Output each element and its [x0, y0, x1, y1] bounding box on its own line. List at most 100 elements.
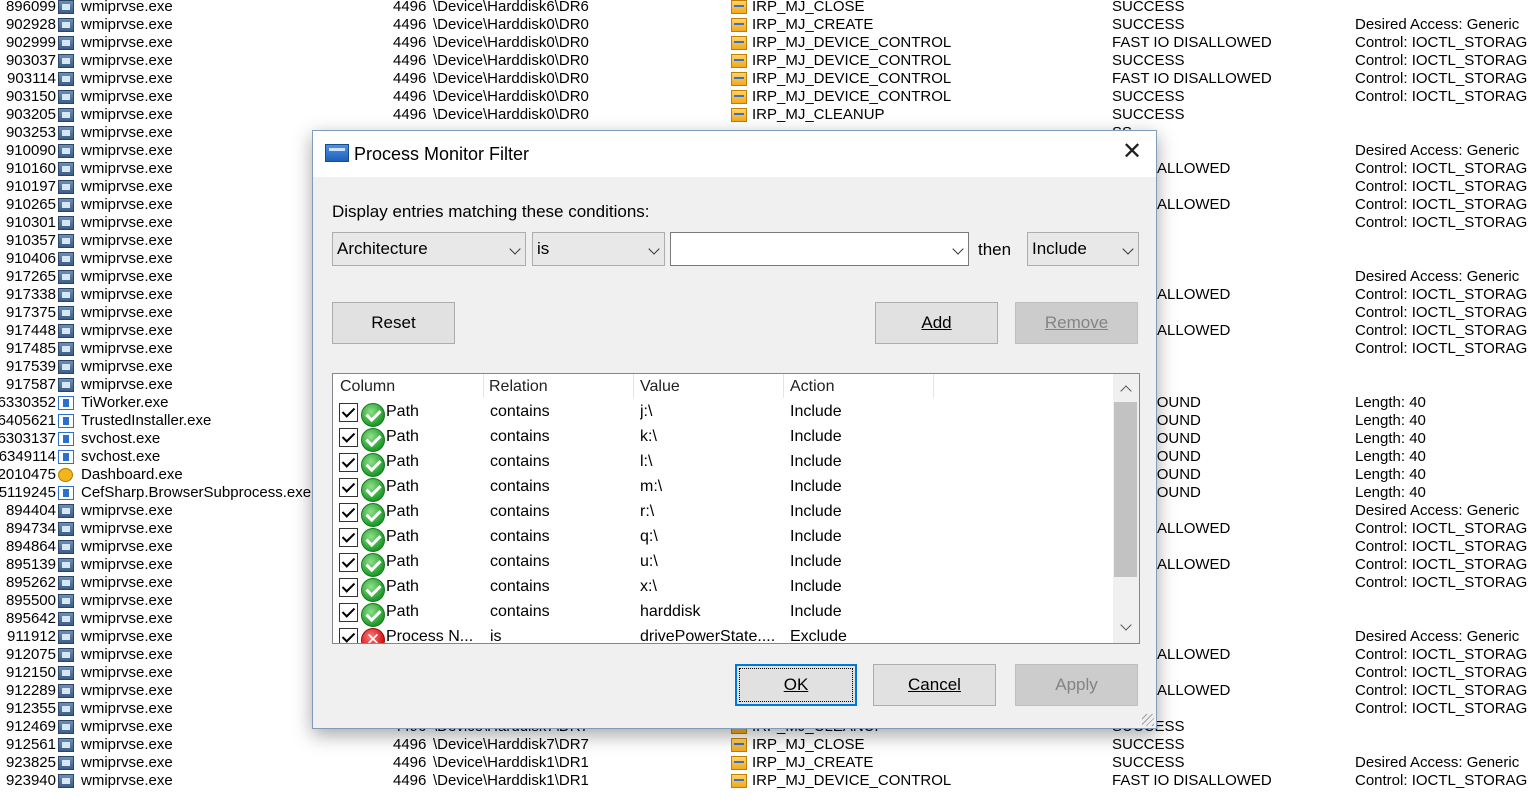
- include-check-icon: [361, 478, 385, 502]
- detail-cell: Desired Access: Generic: [1355, 628, 1520, 645]
- operation-cell: IRP_MJ_DEVICE_CONTROL: [752, 52, 952, 69]
- detail-cell: Control: IOCTL_STORAG: [1355, 88, 1528, 105]
- operation-cell: IRP_MJ_CREATE: [752, 16, 874, 33]
- detail-cell: Control: IOCTL_STORAG: [1355, 214, 1528, 231]
- filter-rule-row[interactable]: Path contains harddisk Include: [333, 600, 1113, 627]
- sequence-cell: 903253: [5, 124, 56, 141]
- filter-rule-row[interactable]: Path contains j:\ Include: [333, 400, 1113, 427]
- reset-button[interactable]: Reset: [332, 302, 455, 344]
- close-icon[interactable]: ✕: [1110, 133, 1154, 173]
- log-row[interactable]: 923825 wmiprvse.exe 4496 \Device\Harddisk1\…: [0, 754, 1528, 772]
- log-row[interactable]: 903205 wmiprvse.exe 4496 \Device\Harddisk0\…: [0, 106, 1528, 124]
- filter-rule-row[interactable]: Path contains l:\ Include: [333, 450, 1113, 477]
- header-column[interactable]: Column: [340, 378, 395, 396]
- rule-enabled-checkbox[interactable]: [339, 428, 358, 447]
- rule-action: Include: [790, 453, 842, 470]
- result-cell: FAST IO DISALLOWED: [1112, 772, 1272, 789]
- header-divider[interactable]: [483, 374, 484, 398]
- relation-select[interactable]: is: [532, 232, 665, 266]
- wmi-process-icon: [58, 216, 74, 230]
- log-row[interactable]: 923940 wmiprvse.exe 4496 \Device\Harddisk1\…: [0, 772, 1528, 790]
- filter-rule-row[interactable]: Path contains u:\ Include: [333, 550, 1113, 577]
- filter-rules-list[interactable]: Column Relation Value Action Path contain…: [332, 373, 1140, 644]
- sequence-cell: 910265: [5, 196, 56, 213]
- resize-grip-icon[interactable]: [1142, 714, 1154, 726]
- rule-column: Path: [386, 503, 419, 520]
- result-cell: SUCCESS: [1112, 754, 1185, 771]
- sequence-cell: 895642: [5, 610, 56, 627]
- rule-enabled-checkbox[interactable]: [339, 553, 358, 572]
- sequence-cell: 895139: [5, 556, 56, 573]
- ok-button[interactable]: OK: [735, 664, 857, 706]
- scroll-down-icon[interactable]: [1120, 619, 1132, 631]
- path-cell: \Device\Harddisk0\DR0: [433, 34, 589, 51]
- action-select[interactable]: Include: [1027, 232, 1139, 266]
- filter-rule-row[interactable]: Path contains k:\ Include: [333, 425, 1113, 452]
- rule-column: Path: [386, 528, 419, 545]
- rule-enabled-checkbox[interactable]: [339, 478, 358, 497]
- wmi-process-icon: [58, 774, 74, 788]
- remove-button[interactable]: Remove: [1015, 302, 1138, 344]
- wmi-process-icon: [58, 558, 74, 572]
- sequence-cell: 923825: [5, 754, 56, 771]
- rule-enabled-checkbox[interactable]: [339, 628, 358, 643]
- rule-action: Include: [790, 553, 842, 570]
- filter-rule-row[interactable]: Path contains m:\ Include: [333, 475, 1113, 502]
- header-action[interactable]: Action: [790, 378, 834, 396]
- process-name-cell: wmiprvse.exe: [81, 610, 173, 627]
- detail-cell: Control: IOCTL_STORAG: [1355, 322, 1528, 339]
- scroll-up-icon[interactable]: [1120, 385, 1132, 397]
- rule-relation: contains: [490, 553, 550, 570]
- process-name-cell: wmiprvse.exe: [81, 556, 173, 573]
- process-name-cell: wmiprvse.exe: [81, 754, 173, 771]
- vertical-scrollbar[interactable]: [1113, 374, 1139, 643]
- header-value[interactable]: Value: [640, 378, 680, 396]
- header-divider[interactable]: [633, 374, 634, 398]
- header-relation[interactable]: Relation: [489, 378, 548, 396]
- path-cell: \Device\Harddisk0\DR0: [433, 88, 589, 105]
- cancel-button[interactable]: Cancel: [873, 664, 996, 706]
- chevron-down-icon[interactable]: [952, 243, 964, 255]
- rule-enabled-checkbox[interactable]: [339, 403, 358, 422]
- filter-rule-row[interactable]: Path contains q:\ Include: [333, 525, 1113, 552]
- wmi-process-icon: [58, 270, 74, 284]
- process-name-cell: wmiprvse.exe: [81, 88, 173, 105]
- process-name-cell: wmiprvse.exe: [81, 646, 173, 663]
- add-button[interactable]: Add: [875, 302, 998, 344]
- rule-enabled-checkbox[interactable]: [339, 603, 358, 622]
- log-row[interactable]: 903037 wmiprvse.exe 4496 \Device\Harddisk0\…: [0, 52, 1528, 70]
- sequence-cell: 917338: [5, 286, 56, 303]
- rule-enabled-checkbox[interactable]: [339, 453, 358, 472]
- rule-enabled-checkbox[interactable]: [339, 528, 358, 547]
- log-row[interactable]: 902928 wmiprvse.exe 4496 \Device\Harddisk0\…: [0, 16, 1528, 34]
- column-select-value: Architecture: [337, 239, 428, 258]
- log-row[interactable]: 903150 wmiprvse.exe 4496 \Device\Harddisk0\…: [0, 88, 1528, 106]
- value-combo[interactable]: [670, 232, 969, 266]
- title-bar[interactable]: Process Monitor Filter ✕: [313, 131, 1156, 177]
- filesystem-operation-icon: [731, 0, 747, 14]
- scroll-thumb[interactable]: [1114, 402, 1137, 577]
- filter-rule-row[interactable]: Path contains r:\ Include: [333, 500, 1113, 527]
- log-row[interactable]: 912561 wmiprvse.exe 4496 \Device\Harddisk7\…: [0, 736, 1528, 754]
- filter-rule-row[interactable]: ✕ Process N... is drivePowerState.... Exclud…: [333, 625, 1113, 643]
- header-divider[interactable]: [933, 374, 934, 398]
- log-row[interactable]: 896099 wmiprvse.exe 4496 \Device\Harddisk6\…: [0, 0, 1528, 16]
- process-name-cell: wmiprvse.exe: [81, 232, 173, 249]
- header-divider[interactable]: [783, 374, 784, 398]
- filesystem-operation-icon: [731, 774, 747, 788]
- conditions-label: Display entries matching these condition…: [332, 202, 650, 221]
- log-row[interactable]: 903114 wmiprvse.exe 4496 \Device\Harddisk0\…: [0, 70, 1528, 88]
- column-select[interactable]: Architecture: [332, 232, 526, 266]
- rule-value: harddisk: [640, 603, 701, 620]
- pid-cell: 4496: [393, 736, 427, 753]
- application-icon: [58, 450, 74, 464]
- rule-enabled-checkbox[interactable]: [339, 578, 358, 597]
- pid-cell: 4496: [393, 52, 427, 69]
- log-row[interactable]: 902999 wmiprvse.exe 4496 \Device\Harddisk0\…: [0, 34, 1528, 52]
- remove-button-label: Remove: [1044, 313, 1109, 332]
- sequence-cell: 912561: [5, 736, 56, 753]
- detail-cell: Length: 40: [1355, 430, 1426, 447]
- filter-rule-row[interactable]: Path contains x:\ Include: [333, 575, 1113, 602]
- apply-button[interactable]: Apply: [1015, 664, 1138, 706]
- rule-enabled-checkbox[interactable]: [339, 503, 358, 522]
